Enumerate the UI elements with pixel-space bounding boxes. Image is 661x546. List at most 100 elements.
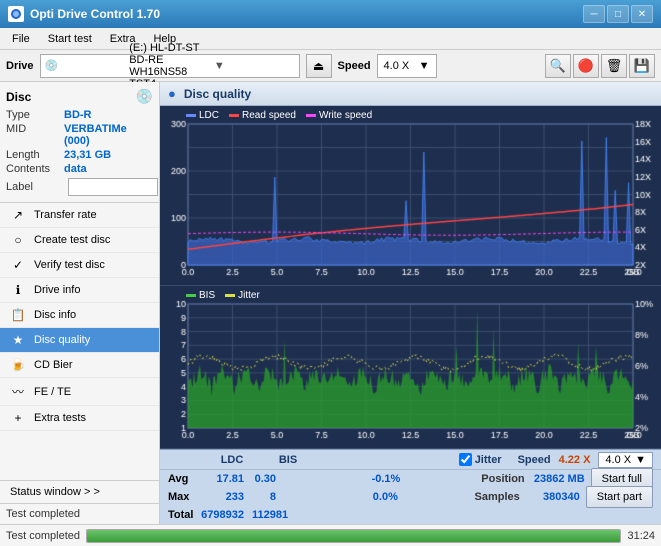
disc-panel: Disc 💿 Type BD-R MID VERBATIMe (000) Len… <box>0 82 159 203</box>
content-area: ● Disc quality LDC Read speed <box>160 82 661 524</box>
speed-label: Speed <box>338 60 371 72</box>
samples-label: Samples <box>460 491 520 503</box>
max-label: Max <box>168 491 196 503</box>
total-label: Total <box>168 509 196 521</box>
cd-bier-icon: 🍺 <box>10 358 26 372</box>
status-window-button[interactable]: Status window > > <box>0 480 159 503</box>
transfer-rate-icon: ↗ <box>10 208 26 222</box>
disc-quality-header: ● Disc quality <box>160 82 661 106</box>
maximize-button[interactable]: □ <box>607 5 629 23</box>
sidebar: Disc 💿 Type BD-R MID VERBATIMe (000) Len… <box>0 82 160 524</box>
titlebar-controls: ─ □ ✕ <box>583 5 653 23</box>
progress-bar-inner <box>87 530 620 542</box>
drive-select[interactable]: 💿 (E:) HL-DT-ST BD-RE WH16NS58 TST4 ▼ <box>40 54 300 78</box>
speed-select-stats-arrow: ▼ <box>635 454 646 466</box>
max-bis: 8 <box>252 491 292 503</box>
sidebar-item-extra-tests[interactable]: + Extra tests <box>0 406 159 431</box>
speed-select-stats-value: 4.0 X <box>605 454 631 466</box>
sidebar-item-disc-quality[interactable]: ★ Disc quality <box>0 328 159 353</box>
total-ldc: 6798932 <box>196 509 252 521</box>
transfer-rate-label: Transfer rate <box>34 209 97 221</box>
sidebar-item-drive-info[interactable]: ℹ Drive info <box>0 278 159 303</box>
menubar: File Start test Extra Help <box>0 28 661 50</box>
disc-info-icon: 📋 <box>10 308 26 322</box>
cd-bier-label: CD Bier <box>34 359 73 371</box>
toolbar-erase-button[interactable]: 🗑 <box>601 54 627 78</box>
fe-te-label: FE / TE <box>34 386 71 398</box>
stats-avg-row: Avg 17.81 0.30 -0.1% Position 23862 MB S… <box>160 470 661 488</box>
start-part-button[interactable]: Start part <box>586 486 653 508</box>
stats-ldc-header: LDC <box>204 454 260 466</box>
stats-max-row: Max 233 8 0.0% Samples 380340 Start part <box>160 488 661 506</box>
app-title: Opti Drive Control 1.70 <box>30 7 160 21</box>
jitter-checkbox[interactable] <box>459 453 472 466</box>
main-layout: Disc 💿 Type BD-R MID VERBATIMe (000) Len… <box>0 82 661 524</box>
progress-bar-outer <box>86 529 621 543</box>
sidebar-item-cd-bier[interactable]: 🍺 CD Bier <box>0 353 159 378</box>
chart2-canvas <box>160 286 661 448</box>
sidebar-item-transfer-rate[interactable]: ↗ Transfer rate <box>0 203 159 228</box>
drive-select-arrow: ▼ <box>214 60 295 72</box>
drive-info-label: Drive info <box>34 284 80 296</box>
drivebar: Drive 💿 (E:) HL-DT-ST BD-RE WH16NS58 TST… <box>0 50 661 82</box>
jitter-label: Jitter <box>475 454 502 466</box>
speed-arrow: ▼ <box>419 60 430 72</box>
mid-value: VERBATIMe (000) <box>64 123 153 147</box>
disc-info-label: Disc info <box>34 309 76 321</box>
stats-speed-value: 4.22 X <box>559 454 591 466</box>
avg-bis: 0.30 <box>252 473 292 485</box>
total-bis: 112981 <box>252 509 304 521</box>
status-text: Test completed <box>6 530 80 542</box>
menu-file[interactable]: File <box>4 31 38 47</box>
disc-eject-icon[interactable]: 💿 <box>136 88 153 105</box>
stats-header-row: LDC BIS Jitter Speed 4.22 X 4.0 X ▼ <box>160 450 661 470</box>
nav-items: ↗ Transfer rate ○ Create test disc ✓ Ver… <box>0 203 159 480</box>
avg-jitter: -0.1% <box>348 473 408 485</box>
fe-te-icon: 〰 <box>10 383 26 400</box>
stats-action-area: LDC BIS Jitter Speed 4.22 X 4.0 X ▼ Avg … <box>160 449 661 524</box>
speed-select-stats[interactable]: 4.0 X ▼ <box>598 452 653 468</box>
toolbar-icons: 🔍 🔴 🗑 💾 <box>545 54 655 78</box>
menu-start-test[interactable]: Start test <box>40 31 100 47</box>
create-test-disc-icon: ○ <box>10 233 26 247</box>
type-value: BD-R <box>64 109 92 121</box>
disc-panel-title: Disc <box>6 90 31 104</box>
disc-quality-header-icon: ● <box>168 86 176 101</box>
extra-tests-label: Extra tests <box>34 412 86 424</box>
sidebar-item-disc-info[interactable]: 📋 Disc info <box>0 303 159 328</box>
disc-quality-title: Disc quality <box>184 87 251 101</box>
charts-container: LDC Read speed Write speed <box>160 106 661 449</box>
drive-info-icon: ℹ <box>10 283 26 297</box>
length-value: 23,31 GB <box>64 149 111 161</box>
verify-test-disc-label: Verify test disc <box>34 259 105 271</box>
status-time: 31:24 <box>627 530 655 542</box>
close-button[interactable]: ✕ <box>631 5 653 23</box>
label-label: Label <box>6 181 64 193</box>
label-input[interactable] <box>68 178 158 196</box>
sidebar-item-create-test-disc[interactable]: ○ Create test disc <box>0 228 159 253</box>
length-label: Length <box>6 149 64 161</box>
position-label: Position <box>465 473 525 485</box>
status-window-label: Status window > > <box>10 486 100 498</box>
speed-select[interactable]: 4.0 X ▼ <box>377 54 437 78</box>
drive-select-icon: 💿 <box>45 59 126 72</box>
eject-button[interactable]: ⏏ <box>306 54 332 78</box>
max-jitter: 0.0% <box>346 491 406 503</box>
titlebar: Opti Drive Control 1.70 ─ □ ✕ <box>0 0 661 28</box>
max-ldc: 233 <box>196 491 252 503</box>
minimize-button[interactable]: ─ <box>583 5 605 23</box>
create-test-disc-label: Create test disc <box>34 234 110 246</box>
contents-value: data <box>64 163 87 175</box>
chart1-wrapper: LDC Read speed Write speed <box>160 106 661 286</box>
toolbar-scan-button[interactable]: 🔍 <box>545 54 571 78</box>
sidebar-item-verify-test-disc[interactable]: ✓ Verify test disc <box>0 253 159 278</box>
disc-quality-label: Disc quality <box>34 334 90 346</box>
sidebar-item-fe-te[interactable]: 〰 FE / TE <box>0 378 159 406</box>
status-bar: Test completed 31:24 <box>0 524 661 546</box>
extra-tests-icon: + <box>10 411 26 425</box>
toolbar-burn-button[interactable]: 🔴 <box>573 54 599 78</box>
toolbar-save-button[interactable]: 💾 <box>629 54 655 78</box>
avg-label: Avg <box>168 473 196 485</box>
stats-speed-header: Speed <box>518 454 551 466</box>
titlebar-left: Opti Drive Control 1.70 <box>8 6 160 22</box>
